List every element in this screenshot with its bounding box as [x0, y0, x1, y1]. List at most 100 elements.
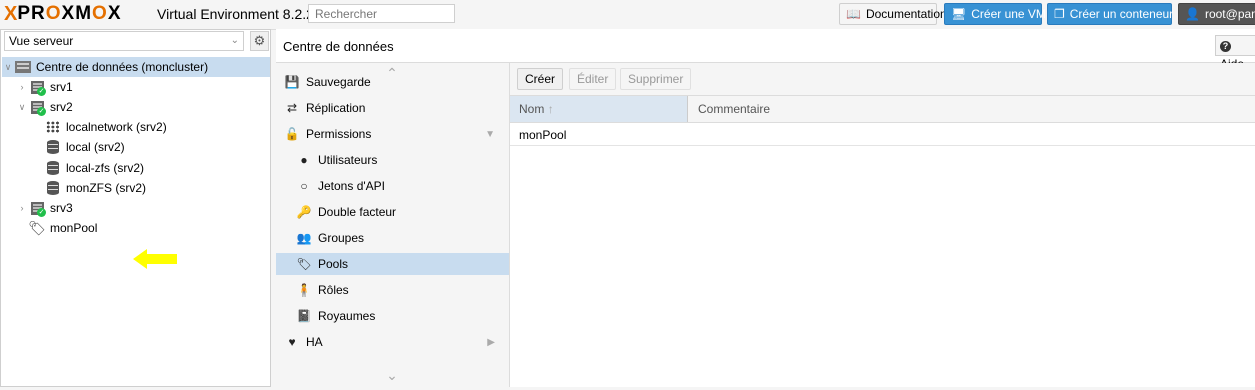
create-vm-label: Créer une VM [971, 7, 1046, 21]
logo-part: XM [61, 3, 93, 24]
key-icon: 🔑 [296, 205, 312, 219]
tree-item-srv2[interactable]: ∨ ✓ srv2 [2, 97, 270, 117]
chevron-down-icon: ⌄ [230, 35, 239, 46]
collapse-toggle-icon[interactable]: ∨ [2, 62, 14, 73]
nav-item-label: HA [306, 335, 323, 349]
tree-item-localnetwork[interactable]: localnetwork (srv2) [2, 117, 270, 137]
create-container-label: Créer un conteneur [1069, 7, 1174, 21]
user-outline-icon: ○ [300, 179, 308, 193]
nav-item-ha[interactable]: ♥ HA ▶ [276, 331, 509, 353]
tree-item-srv3[interactable]: › ✓ srv3 [2, 198, 270, 218]
address-book-icon: 📓 [296, 309, 312, 323]
edit-button[interactable]: Éditer [569, 68, 617, 90]
documentation-label: Documentation [865, 7, 947, 21]
tree-item-local[interactable]: local (srv2) [2, 137, 270, 157]
resource-tree-panel: Vue serveur ⌄ ⚙ ∨ Centre de données (mon… [0, 29, 271, 387]
version-label: Virtual Environment 8.2.2 [157, 6, 314, 22]
delete-button[interactable]: Supprimer [620, 68, 692, 90]
cube-icon: ❐ [1054, 7, 1065, 21]
view-select-value: Vue serveur [9, 34, 74, 48]
help-button[interactable]: ?Aide [1215, 35, 1255, 71]
question-icon: ? [1220, 41, 1231, 52]
tree-item-datacenter[interactable]: ∨ Centre de données (moncluster) [2, 57, 270, 77]
top-bar: X PROXMOX Virtual Environment 8.2.2 Rech… [0, 0, 1255, 30]
nav-item-groupes[interactable]: 👥 Groupes [276, 227, 509, 249]
nav-item-label: Permissions [306, 127, 372, 141]
tree-item-label: local-zfs (srv2) [66, 161, 145, 175]
datacenter-nav-menu: ⌃ 💾 Sauvegarde ⇄ Réplication 🔓 Permissio… [276, 63, 510, 387]
documentation-button[interactable]: 📖 Documentation [839, 3, 947, 25]
proxmox-logo[interactable]: X PROXMOX [4, 2, 122, 25]
table-row[interactable]: monPool [510, 123, 1255, 146]
scroll-down-icon[interactable]: ⌄ [382, 368, 402, 382]
nav-item-label: Double facteur [318, 205, 397, 219]
nav-item-label: Royaumes [318, 309, 376, 323]
tree-item-label: srv3 [50, 201, 73, 215]
pools-toolbar: Créer Éditer Supprimer [510, 63, 1255, 96]
tree-item-local-zfs[interactable]: local-zfs (srv2) [2, 158, 270, 178]
nav-item-roles[interactable]: 🧍 Rôles [276, 279, 509, 301]
yellow-arrow-annotation [133, 249, 177, 269]
users-icon: 👥 [296, 231, 312, 245]
unlock-icon: 🔓 [284, 127, 300, 141]
nav-item-double-facteur[interactable]: 🔑 Double facteur [276, 201, 509, 223]
nav-item-royaumes[interactable]: 📓 Royaumes [276, 305, 509, 327]
tree-item-label: srv2 [50, 100, 73, 114]
nav-item-jetons-api[interactable]: ○ Jetons d'API [276, 175, 509, 197]
create-button[interactable]: Créer [517, 68, 564, 90]
tree-item-monzfs[interactable]: monZFS (srv2) [2, 178, 270, 198]
storage-icon [44, 180, 62, 196]
pools-content: Créer Éditer Supprimer Nom ↑ Commentaire… [510, 63, 1255, 387]
nav-item-label: Jetons d'API [318, 179, 385, 193]
logo-part: O [45, 3, 62, 24]
view-select[interactable]: Vue serveur ⌄ [4, 31, 244, 51]
network-grid-icon [44, 119, 62, 135]
logo-x: X [4, 2, 17, 25]
save-icon: 💾 [284, 75, 300, 89]
expand-toggle-icon[interactable]: › [16, 82, 28, 92]
sort-asc-icon: ↑ [547, 102, 554, 116]
tree-item-label: monZFS (srv2) [66, 181, 147, 195]
nav-item-replication[interactable]: ⇄ Réplication [276, 97, 509, 119]
collapse-toggle-icon[interactable]: ∨ [16, 102, 28, 113]
nav-item-utilisateurs[interactable]: ● Utilisateurs [276, 149, 509, 171]
male-icon: 🧍 [296, 283, 312, 297]
tree-item-label: localnetwork (srv2) [66, 120, 167, 134]
desktop-icon: 🖥 [951, 7, 967, 21]
nav-item-label: Rôles [318, 283, 349, 297]
create-container-button[interactable]: ❐ Créer un conteneur [1047, 3, 1174, 25]
user-label: root@pam [1204, 7, 1255, 21]
user-menu-button[interactable]: 👤 root@pam [1178, 3, 1255, 25]
logo-part: O [92, 3, 108, 24]
nav-item-sauvegarde[interactable]: 💾 Sauvegarde [276, 71, 509, 93]
user-icon: ● [300, 153, 308, 167]
nav-item-label: Sauvegarde [306, 75, 371, 89]
storage-icon [44, 139, 62, 155]
tree-item-label: monPool [50, 221, 98, 235]
nav-item-label: Pools [318, 257, 349, 271]
tree-item-label: local (srv2) [66, 140, 125, 154]
chevron-right-icon: ▶ [487, 336, 495, 348]
nav-item-label: Utilisateurs [318, 153, 378, 167]
tree-item-srv1[interactable]: › ✓ srv1 [2, 77, 270, 97]
create-vm-button[interactable]: 🖥 Créer une VM [944, 3, 1046, 25]
book-icon: 📖 [846, 7, 861, 21]
server-icon: ✓ [28, 99, 46, 116]
chevron-down-icon: ▼ [485, 128, 495, 140]
nav-item-label: Réplication [306, 101, 366, 115]
tree-item-label: Centre de données (moncluster) [36, 60, 209, 74]
search-input[interactable]: Rechercher [308, 4, 455, 23]
tree-item-monpool[interactable]: 🏷 monPool [2, 218, 270, 238]
column-header-comment[interactable]: Commentaire [689, 96, 770, 122]
server-icon: ✓ [28, 79, 46, 96]
datacenter-icon [14, 59, 32, 75]
gear-icon[interactable]: ⚙ [250, 31, 269, 51]
expand-toggle-icon[interactable]: › [16, 203, 28, 213]
server-icon: ✓ [28, 200, 46, 217]
tree-item-label: srv1 [50, 80, 73, 94]
logo-wordmark: PROXMOX [17, 3, 121, 25]
column-header-name[interactable]: Nom ↑ [510, 96, 688, 122]
tags-icon: 🏷 [28, 219, 46, 236]
nav-item-permissions[interactable]: 🔓 Permissions ▼ [276, 123, 509, 145]
nav-item-pools[interactable]: 🏷 Pools [276, 253, 509, 275]
